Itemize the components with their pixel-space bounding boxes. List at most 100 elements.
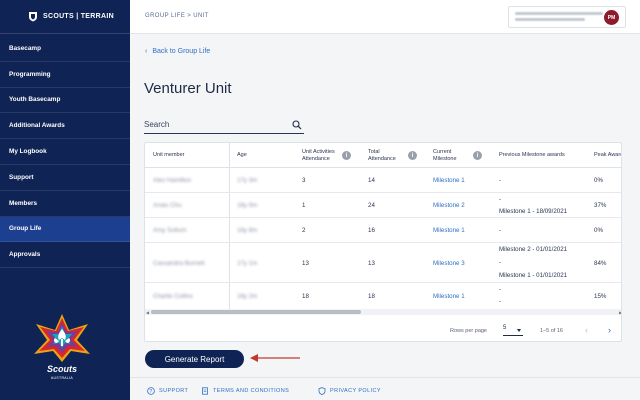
member-age: 16y 8m: [237, 227, 258, 234]
scouts-shield-icon: [29, 12, 37, 22]
total-attendance-value: 14: [368, 177, 375, 184]
scrollbar-thumb[interactable]: [151, 310, 361, 314]
previous-award-line: -: [499, 177, 502, 184]
document-icon: [202, 387, 208, 395]
current-milestone-link[interactable]: Milestone 1: [433, 227, 465, 234]
current-milestone-link[interactable]: Milestone 3: [433, 260, 465, 267]
current-milestone-link[interactable]: Milestone 1: [433, 177, 465, 184]
previous-award-line: Milestone 2 - 01/01/2021: [499, 246, 568, 253]
search-input[interactable]: [144, 118, 284, 130]
sidebar-item-youth-basecamp[interactable]: Youth Basecamp: [0, 88, 130, 114]
sidebar-nav: Basecamp Programming Youth Basecamp Addi…: [0, 36, 130, 269]
unit-activities-value: 18: [302, 293, 309, 300]
sidebar-item-my-logbook[interactable]: My Logbook: [0, 139, 130, 165]
horizontal-scrollbar[interactable]: ◀ ▶: [145, 309, 621, 315]
total-attendance-value: 13: [368, 260, 375, 267]
next-page-icon[interactable]: ›: [608, 325, 611, 335]
rows-per-page-select[interactable]: 5: [503, 325, 523, 336]
total-attendance-value: 24: [368, 202, 375, 209]
unit-activities-value: 13: [302, 260, 309, 267]
member-name: Anais Chu: [153, 202, 182, 209]
annotation-arrow-icon: [250, 354, 300, 362]
members-table: Unit member Age Unit Activities Attendan…: [144, 142, 622, 342]
question-circle-icon: ?: [147, 387, 155, 395]
user-details-redacted: [515, 12, 603, 24]
column-header-current-milestone[interactable]: Current Milestone: [433, 143, 469, 168]
info-icon[interactable]: i: [473, 151, 482, 160]
breadcrumb[interactable]: GROUP LIFE > UNIT: [145, 13, 209, 19]
info-icon[interactable]: i: [342, 151, 351, 160]
column-header-peak-award[interactable]: Peak Award: [594, 143, 621, 168]
sidebar-item-label: Basecamp: [9, 44, 41, 52]
member-name: Charlie Collins: [153, 293, 193, 300]
unit-activities-value: 1: [302, 202, 306, 209]
table-header: Unit member Age Unit Activities Attendan…: [145, 143, 621, 168]
current-milestone-link[interactable]: Milestone 2: [433, 202, 465, 209]
table-row[interactable]: Charlie Collins 16y 2m 18 18 Milestone 1…: [145, 283, 621, 309]
column-header-total-attendance[interactable]: Total Attendance: [368, 143, 402, 168]
brand-header[interactable]: SCOUTS | TERRAIN: [0, 0, 130, 34]
member-age: 16y 2m: [237, 293, 258, 300]
footer-privacy-label: PRIVACY POLICY: [330, 388, 381, 394]
footer-support-link[interactable]: ? SUPPORT: [147, 387, 188, 395]
search-icon[interactable]: [292, 120, 302, 130]
sidebar-item-additional-awards[interactable]: Additional Awards: [0, 113, 130, 140]
scroll-left-icon[interactable]: ◀: [145, 309, 150, 315]
scroll-right-icon[interactable]: ▶: [618, 309, 621, 315]
sidebar-item-approvals[interactable]: Approvals: [0, 242, 130, 269]
peak-award-value: 15%: [594, 293, 607, 300]
previous-award-line: Milestone 1 - 18/09/2021: [499, 208, 568, 215]
svg-text:?: ?: [149, 389, 152, 395]
total-attendance-value: 18: [368, 293, 375, 300]
sidebar-item-label: Approvals: [9, 251, 41, 259]
logo-wordmark: Scouts: [46, 364, 77, 374]
table-row[interactable]: Anais Chu 16y 5m 1 24 Milestone 2 - Mile…: [145, 193, 621, 218]
sidebar-item-label: My Logbook: [9, 148, 47, 156]
member-name: Cassandra Burnett: [153, 260, 205, 267]
pagination-range: 1–5 of 16: [540, 328, 563, 334]
previous-award-line: -: [499, 196, 502, 203]
previous-page-icon[interactable]: ‹: [585, 325, 588, 335]
member-age: 17y 3m: [237, 177, 258, 184]
previous-award-line: -: [499, 286, 502, 293]
back-to-group-life-link[interactable]: ‹ Back to Group Life: [145, 48, 210, 55]
sidebar-item-label: Programming: [9, 70, 51, 78]
generate-report-button[interactable]: Generate Report: [145, 350, 244, 368]
unit-activities-value: 3: [302, 177, 306, 184]
avatar[interactable]: PM: [604, 10, 619, 25]
column-header-unit-member[interactable]: Unit member: [153, 143, 184, 168]
top-bar: GROUP LIFE > UNIT PM: [130, 0, 640, 34]
shield-icon: [318, 387, 326, 395]
table-row[interactable]: Cassandra Burnett 17y 1m 13 13 Milestone…: [145, 243, 621, 283]
sidebar-item-group-life[interactable]: Group Life: [0, 216, 130, 243]
column-header-previous-awards[interactable]: Previous Milestone awards: [499, 143, 565, 168]
info-icon[interactable]: i: [408, 151, 417, 160]
footer-privacy-link[interactable]: PRIVACY POLICY: [318, 387, 381, 395]
member-age: 17y 1m: [237, 260, 258, 267]
user-menu[interactable]: PM: [508, 6, 626, 28]
member-name: Alex Hamilton: [153, 177, 192, 184]
logo-subtext: AUSTRALIA: [50, 376, 74, 380]
sidebar-item-label: Support: [9, 173, 34, 181]
search-field: [144, 116, 304, 134]
table-row[interactable]: Amy Sultum 16y 8m 2 16 Milestone 1 - 0%: [145, 218, 621, 243]
table-row[interactable]: Alex Hamilton 17y 3m 3 14 Milestone 1 - …: [145, 168, 621, 193]
page-title: Venturer Unit: [144, 80, 232, 97]
column-header-age[interactable]: Age: [237, 143, 247, 168]
current-milestone-link[interactable]: Milestone 1: [433, 293, 465, 300]
sidebar-item-label: Members: [9, 199, 38, 207]
rows-per-page-value: 5: [503, 325, 507, 331]
footer-terms-link[interactable]: TERMS AND CONDITIONS: [201, 387, 289, 395]
brand-name: SCOUTS | TERRAIN: [43, 13, 114, 20]
peak-award-value: 37%: [594, 202, 607, 209]
sidebar-item-label: Additional Awards: [9, 122, 65, 130]
sidebar-item-members[interactable]: Members: [0, 191, 130, 217]
sidebar-item-programming[interactable]: Programming: [0, 62, 130, 88]
sidebar: SCOUTS | TERRAIN Basecamp Programming Yo…: [0, 0, 130, 400]
sidebar-item-label: Youth Basecamp: [9, 96, 61, 104]
footer-support-label: SUPPORT: [159, 388, 189, 394]
member-name: Amy Sultum: [153, 227, 187, 234]
unit-activities-value: 2: [302, 227, 306, 234]
sidebar-item-support[interactable]: Support: [0, 165, 130, 191]
sidebar-item-basecamp[interactable]: Basecamp: [0, 36, 130, 62]
